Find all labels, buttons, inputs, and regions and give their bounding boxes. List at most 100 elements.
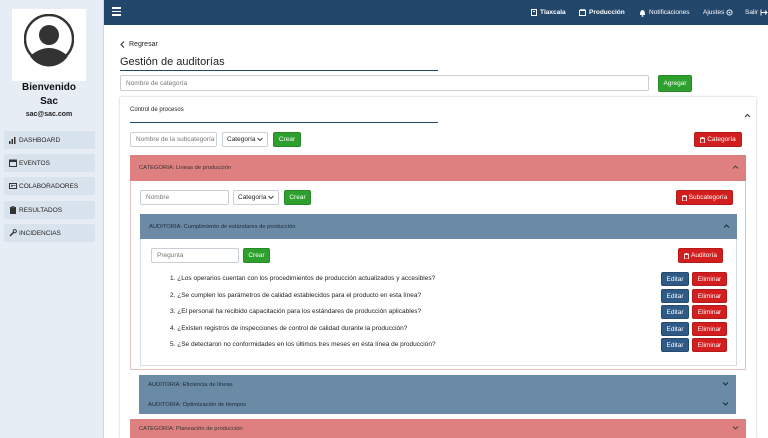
delete-audit-button[interactable]: Auditoría [678,248,723,263]
trash-icon [683,252,689,259]
nav-salir-label: Salir [745,9,759,16]
card-title-underline [130,122,438,123]
audit-cumplimiento-title: AUDITORIA: Cumplimiento de estándares de… [149,223,296,230]
question-text: 1. ¿Los operarios cuentan con los proced… [170,275,436,282]
edit-question-button[interactable]: Editar [661,305,689,319]
sidebar-item-label: RESULTADOS [19,206,63,214]
back-link[interactable]: Regresar [120,41,158,48]
delete-question-button[interactable]: Eliminar [692,338,727,352]
audit-optimizacion-header[interactable]: AUDITORIA: Optimización de tiempos [139,395,736,414]
category-lineas-title: CATEGORIA: Lineas de producción [139,165,232,171]
title-underline [120,70,438,71]
question-input[interactable]: Pregunta [151,248,239,263]
building-icon [531,9,537,16]
sidebar: Bienvenido Sac sac@sac.com DASHBOARD EVE… [0,0,104,438]
delete-question-button[interactable]: Eliminar [692,289,727,303]
sidebar-item-label: EVENTOS [19,159,50,167]
sidebar-item-colaboradores[interactable]: COLABORADORES [4,177,95,195]
chevron-down-icon [722,382,729,389]
category-select[interactable]: Categoría [222,132,268,147]
create-subcategory-button[interactable]: Crear [273,132,301,147]
chevron-up-icon[interactable] [744,105,751,123]
edit-question-button[interactable]: Editar [661,289,689,303]
question-text: 4. ¿Existen registros de inspecciones de… [170,325,408,332]
category-select-value: Categoría [238,194,267,201]
sidebar-item-eventos[interactable]: EVENTOS [4,154,95,172]
topbar: Tlaxcala Producción Notificaciones Ajust… [104,0,768,25]
trash-icon [700,136,706,143]
chevron-left-icon [120,41,125,48]
control-procesos-card: Control de procesos Nombre de la subcate… [120,97,756,438]
bar-chart-icon [8,136,17,145]
chevron-down-icon [268,194,274,201]
question-text: 3. ¿El personal ha recibido capacitación… [170,308,422,315]
nav-tlaxcala[interactable]: Tlaxcala [531,0,566,25]
nav-salir[interactable]: Salir [745,0,768,25]
audit-eficiencia-header[interactable]: AUDITORIA: Eficiencia de líneas [139,375,736,395]
category-planeacion-header[interactable]: CATEGORIA: Planeación de producción [130,419,746,438]
avatar [12,9,86,81]
trash-icon [681,194,687,201]
category-name-input[interactable]: Nombre de categoría [120,75,649,91]
wrench-icon [8,229,17,238]
delete-question-button[interactable]: Eliminar [692,272,727,286]
edit-question-button[interactable]: Editar [661,338,689,352]
sidebar-item-resultados[interactable]: RESULTADOS [4,201,95,219]
menu-icon[interactable] [112,7,121,16]
subcategory-name-input[interactable]: Nombre [140,190,229,205]
box-icon [579,9,586,16]
category-planeacion-title: CATEGORIA: Planeación de producción [139,425,243,432]
delete-subcategory-label: Subcategoría [688,194,728,201]
logout-icon [760,9,768,16]
chevron-down-icon [257,136,263,143]
sidebar-item-label: INCIDENCIAS [19,229,61,237]
nav-notificaciones[interactable]: Notificaciones [639,0,689,25]
id-card-icon [8,182,17,191]
edit-question-button[interactable]: Editar [661,272,689,286]
user-name: Sac [40,96,58,107]
delete-question-button[interactable]: Eliminar [692,322,727,336]
welcome-text: Bienvenido [22,82,76,93]
gear-icon [726,9,733,16]
audit-cumplimiento-header[interactable]: AUDITORIA: Cumplimiento de estándares de… [140,214,737,239]
chevron-down-icon [732,425,739,432]
chevron-up-icon [732,165,739,172]
add-category-button[interactable]: Agregar [658,75,692,92]
page-title: Gestión de auditorías [120,56,225,68]
sidebar-item-dashboard[interactable]: DASHBOARD [4,131,95,149]
delete-category-button[interactable]: Categoría [694,132,742,147]
audit-cumplimiento-body: Pregunta Crear Auditoría 1. ¿Los operari… [140,239,737,366]
nav-ajustes-label: Ajustes [703,9,725,16]
delete-audit-label: Auditoría [690,252,718,259]
category-lineas-header[interactable]: CATEGORIA: Lineas de producción [130,155,746,181]
sidebar-item-label: COLABORADORES [19,182,79,190]
question-text: 5. ¿Se detectaron no conformidades en lo… [170,341,436,348]
delete-category-label: Categoría [707,136,736,143]
chevron-down-icon [722,401,729,408]
user-avatar-icon [24,14,74,67]
sidebar-item-label: DASHBOARD [19,136,61,144]
category-select-value: Categoría [227,136,256,143]
sidebar-item-incidencias[interactable]: INCIDENCIAS [4,224,95,242]
calendar-icon [8,159,17,168]
delete-subcategory-button[interactable]: Subcategoría [676,190,733,205]
nav-ajustes[interactable]: Ajustes [703,0,736,25]
create-question-button[interactable]: Crear [243,248,270,263]
nav-produccion[interactable]: Producción [579,0,625,25]
card-title: Control de procesos [130,107,184,113]
edit-question-button[interactable]: Editar [661,322,689,336]
user-email: sac@sac.com [25,111,73,118]
category-select[interactable]: Categoría [233,190,279,205]
nav-notificaciones-label: Notificaciones [649,9,690,16]
chevron-up-icon [723,223,730,230]
audit-eficiencia-title: AUDITORIA: Eficiencia de líneas [148,382,233,388]
question-text: 2. ¿Se cumplen los parámetros de calidad… [170,292,422,299]
create-audit-button[interactable]: Crear [284,190,311,205]
nav-tlaxcala-label: Tlaxcala [540,9,566,16]
nav-produccion-label: Producción [589,9,625,16]
clipboard-icon [8,206,17,215]
delete-question-button[interactable]: Eliminar [692,305,727,319]
subcategory-name-input[interactable]: Nombre de la subcategoría [130,132,217,147]
bell-icon [639,9,646,17]
audit-optimizacion-title: AUDITORIA: Optimización de tiempos [148,401,247,408]
